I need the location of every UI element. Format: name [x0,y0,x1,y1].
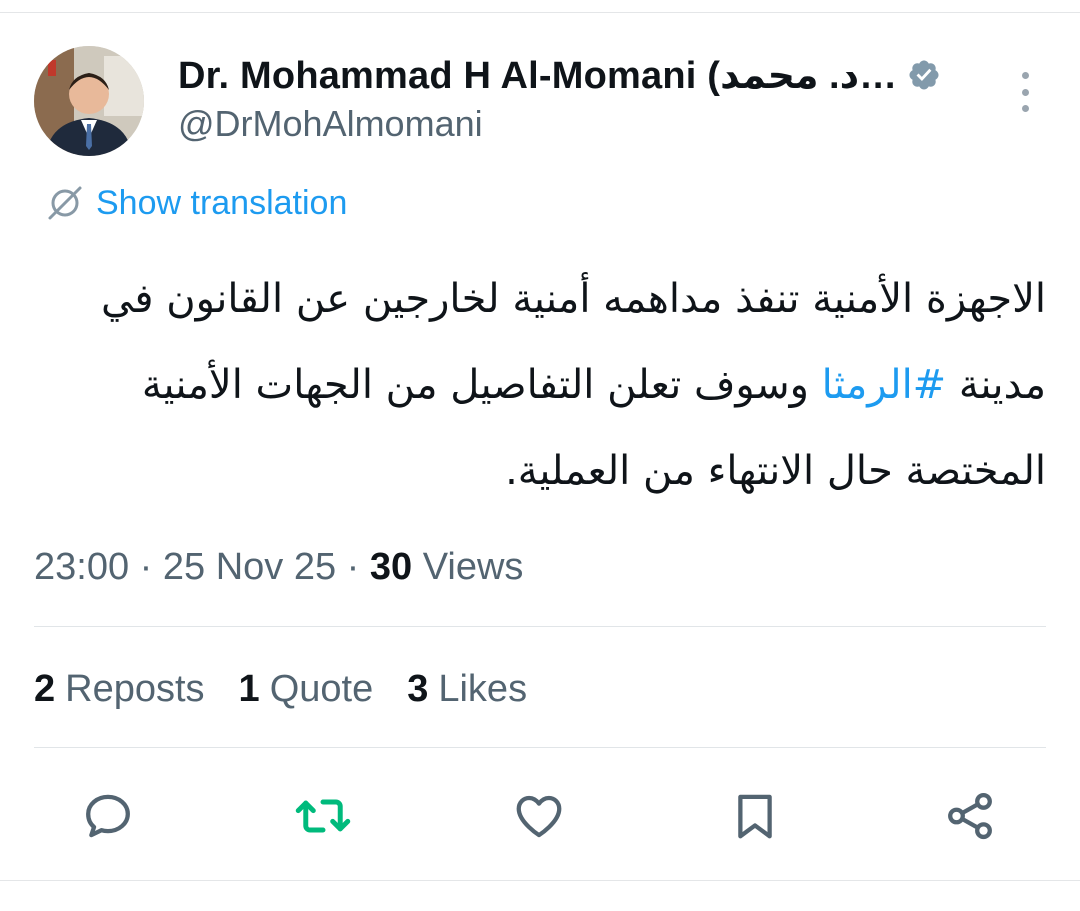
tweet-line-3: المختصة حال الانتهاء من العملية. [505,448,1046,494]
bottom-divider [0,880,1080,881]
repost-button[interactable] [295,788,351,844]
verified-badge-icon[interactable] [907,58,941,92]
hashtag-link[interactable]: #الرمثا [822,362,947,408]
top-divider [0,12,1080,13]
tweet-meta: 23:00 · 25 Nov 25 · 30 Views [34,546,523,589]
views-label: Views [412,546,524,588]
tweet-line-2-suffix: وسوف تعلن التفاصيل من الجهات الأمنية [141,362,822,408]
author-name[interactable]: Dr. Mohammad H Al-Momani (د. محمد… [178,53,897,98]
reposts-stat[interactable]: 2 Reposts [34,668,205,711]
translate-icon [44,183,84,223]
reposts-label: Reposts [65,668,205,710]
bookmark-icon [738,794,772,839]
likes-label: Likes [438,668,528,710]
more-dot [1021,72,1029,79]
tweet-line-2: مدينة #الرمثا وسوف تعلن التفاصيل من الجه… [30,342,1046,428]
reposts-count: 2 [34,668,56,710]
more-dot [1021,105,1029,112]
views-count: 30 [369,546,413,588]
like-icon [516,795,562,838]
likes-count: 3 [407,668,429,710]
like-button[interactable] [511,788,567,844]
stats-divider [34,747,1046,748]
tweet-time[interactable]: 23:00 [34,546,129,588]
meta-separator: · [336,546,370,588]
quotes-stat[interactable]: 1 Quote [239,668,374,711]
tweet-text: الاجهزة الأمنية تنفذ مداهمه أمنية لخارجي… [30,256,1046,514]
reply-icon [86,794,130,838]
more-options-icon[interactable] [1008,72,1042,112]
more-dot [1021,88,1029,96]
share-icon [948,792,992,840]
tweet-line-2-prefix: مدينة [946,362,1046,408]
meta-separator: · [129,546,163,588]
author-handle[interactable]: @DrMohAlmomani [178,103,483,145]
show-translation-button[interactable]: Show translation [44,180,347,226]
repost-icon [295,799,351,833]
author-name-row[interactable]: Dr. Mohammad H Al-Momani (د. محمد… [178,52,941,98]
share-button[interactable] [942,788,998,844]
avatar[interactable] [34,46,144,156]
bookmark-button[interactable] [727,788,783,844]
quotes-count: 1 [238,668,260,710]
reply-button[interactable] [80,788,136,844]
show-translation-label[interactable]: Show translation [96,184,347,223]
engagement-stats: 2 Reposts 1 Quote 3 Likes [34,668,561,711]
meta-divider [34,626,1046,627]
likes-stat[interactable]: 3 Likes [407,668,527,711]
tweet-line-1: الاجهزة الأمنية تنفذ مداهمه أمنية لخارجي… [101,276,1046,322]
tweet-date[interactable]: 25 Nov 25 [163,546,336,588]
quotes-label: Quote [269,668,374,710]
